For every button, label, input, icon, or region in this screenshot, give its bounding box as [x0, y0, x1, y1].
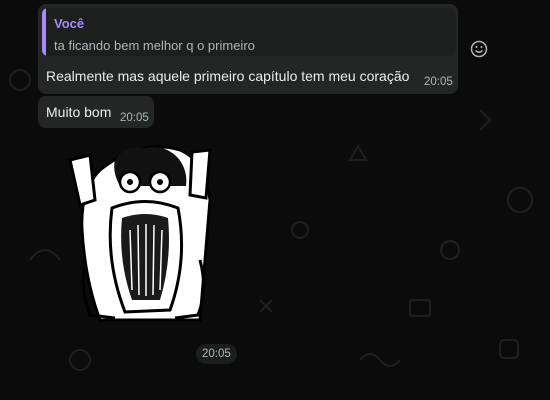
smiley-icon[interactable] [470, 40, 488, 58]
sticker-screaming-face[interactable] [60, 140, 220, 330]
message-bubble[interactable]: Muito bom 20:05 [38, 96, 154, 128]
quote-author: Você [54, 16, 85, 31]
message-text: Realmente mas aquele primeiro capítulo t… [46, 68, 410, 84]
message-time: 20:05 [120, 112, 149, 124]
quoted-reply[interactable]: Você ta ficando bem melhor q o primeiro [42, 8, 456, 56]
message-text: Muito bom [46, 104, 112, 120]
message-bubble[interactable]: Você ta ficando bem melhor q o primeiro … [38, 4, 458, 94]
quote-accent-bar [42, 8, 46, 56]
sticker-time: 20:05 [196, 344, 237, 364]
quote-text: ta ficando bem melhor q o primeiro [54, 38, 255, 53]
message-time: 20:05 [424, 76, 453, 88]
